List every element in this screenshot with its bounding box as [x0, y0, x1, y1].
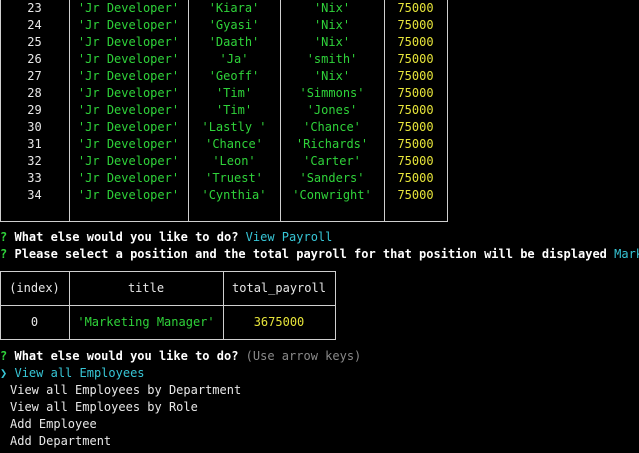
- index-cell: 25: [27, 35, 42, 49]
- last-name-cell: 'Richards': [295, 137, 369, 151]
- pointer-icon: ❯: [0, 366, 8, 380]
- payroll-table: (index) title total_payroll 0 'Marketing…: [0, 271, 340, 341]
- menu-item-label: View all Employees: [14, 366, 145, 380]
- salary-cell: 75000: [397, 52, 434, 66]
- question-marker-icon: ?: [0, 230, 8, 244]
- first-name-cell: 'Chance': [205, 137, 263, 151]
- last-name-cell: 'Nix': [313, 35, 351, 49]
- title-cell: 'Jr Developer': [77, 171, 180, 185]
- index-cell: 29: [27, 103, 42, 117]
- salary-cell: 75000: [397, 18, 434, 32]
- first-name-cell: 'Leon': [212, 154, 256, 168]
- salary-cell: 75000: [397, 86, 434, 100]
- table-border: [0, 271, 336, 272]
- salary-cell: 75000: [397, 120, 434, 134]
- title-cell: 'Jr Developer': [77, 137, 180, 151]
- salary-cell: 75000: [397, 171, 434, 185]
- last-name-cell: 'Sanders': [299, 171, 365, 185]
- table-border: [447, 0, 448, 222]
- title-cell: 'Jr Developer': [77, 103, 180, 117]
- title-cell: 'Jr Developer': [77, 69, 180, 83]
- last-name-cell: 'Conwright': [292, 188, 372, 202]
- title-cell: 'Jr Developer': [77, 154, 180, 168]
- first-name-cell: 'Tim': [215, 86, 253, 100]
- menu-item-view-by-department[interactable]: View all Employees by Department: [10, 382, 241, 399]
- index-cell: 30: [27, 120, 42, 134]
- index-cell: 31: [27, 137, 42, 151]
- menu-item-add-employee[interactable]: Add Employee: [10, 416, 97, 433]
- prompt-select-position: ? Please select a position and the total…: [0, 246, 639, 263]
- title-cell: 'Jr Developer': [77, 1, 180, 15]
- salary-cell: 75000: [397, 35, 434, 49]
- payroll-total-cell: 3675000: [253, 315, 305, 329]
- table-border: [0, 221, 448, 222]
- index-cell: 23: [27, 1, 42, 15]
- question-marker-icon: ?: [0, 247, 8, 261]
- index-cell: 34: [27, 188, 42, 202]
- last-name-cell: 'Chance': [303, 120, 361, 134]
- table-border: [335, 271, 336, 340]
- first-name-cell: 'Gyasi': [208, 18, 260, 32]
- index-cell: 24: [27, 18, 42, 32]
- menu-item-add-department[interactable]: Add Department: [10, 433, 111, 450]
- title-cell: 'Jr Developer': [77, 86, 180, 100]
- column-header-index: (index): [9, 281, 60, 295]
- prompt-question: Please select a position and the total p…: [14, 247, 607, 261]
- title-cell: 'Jr Developer': [77, 52, 180, 66]
- title-cell: 'Jr Developer': [77, 188, 180, 202]
- first-name-cell: 'Truest': [205, 171, 263, 185]
- last-name-cell: 'Simmons': [299, 86, 365, 100]
- last-name-cell: 'Nix': [313, 69, 351, 83]
- table-border: [0, 305, 336, 306]
- salary-cell: 75000: [397, 69, 434, 83]
- last-name-cell: 'Nix': [313, 18, 351, 32]
- prompt-answer: Marketi: [614, 247, 639, 261]
- index-cell: 33: [27, 171, 42, 185]
- salary-cell: 75000: [397, 137, 434, 151]
- title-cell: 'Jr Developer': [77, 18, 180, 32]
- prompt-what-else-menu: ? What else would you like to do? (Use a…: [0, 348, 361, 365]
- menu-item-view-by-role[interactable]: View all Employees by Role: [10, 399, 198, 416]
- index-cell: 27: [27, 69, 42, 83]
- column-header-total-payroll: total_payroll: [232, 281, 326, 295]
- first-name-cell: 'Daath': [208, 35, 260, 49]
- prompt-question: What else would you like to do?: [14, 230, 239, 244]
- salary-cell: 75000: [397, 154, 434, 168]
- first-name-cell: 'Cynthia': [201, 188, 267, 202]
- prompt-question: What else would you like to do?: [14, 349, 239, 363]
- salary-cell: 75000: [397, 1, 434, 15]
- last-name-cell: 'Carter': [303, 154, 361, 168]
- last-name-cell: 'Nix': [313, 1, 351, 15]
- employee-table: 22'Jr Developer''Inko''Nix'7500023'Jr De…: [0, 0, 450, 222]
- table-border: [0, 339, 336, 340]
- title-cell: 'Jr Developer': [77, 35, 180, 49]
- column-header-title: title: [127, 281, 165, 295]
- first-name-cell: 'Tim': [215, 103, 253, 117]
- index-cell: 26: [27, 52, 42, 66]
- payroll-title-cell: 'Marketing Manager': [77, 315, 215, 329]
- prompt-answer: View Payroll: [245, 230, 333, 244]
- salary-cell: 75000: [397, 188, 434, 202]
- menu-item-view-all-employees[interactable]: ❯ View all Employees: [0, 365, 145, 382]
- prompt-hint: (Use arrow keys): [245, 349, 362, 363]
- last-name-cell: 'Jones': [306, 103, 358, 117]
- first-name-cell: 'Geoff': [208, 69, 260, 83]
- title-cell: 'Jr Developer': [77, 120, 180, 134]
- salary-cell: 75000: [397, 103, 434, 117]
- payroll-index-cell: 0: [30, 315, 39, 329]
- first-name-cell: 'Lastly ': [201, 120, 267, 134]
- index-cell: 32: [27, 154, 42, 168]
- prompt-what-else: ? What else would you like to do? View P…: [0, 229, 332, 246]
- question-marker-icon: ?: [0, 349, 8, 363]
- first-name-cell: 'Kiara': [208, 1, 260, 15]
- first-name-cell: 'Ja': [219, 52, 249, 66]
- last-name-cell: 'smith': [306, 52, 358, 66]
- index-cell: 28: [27, 86, 42, 100]
